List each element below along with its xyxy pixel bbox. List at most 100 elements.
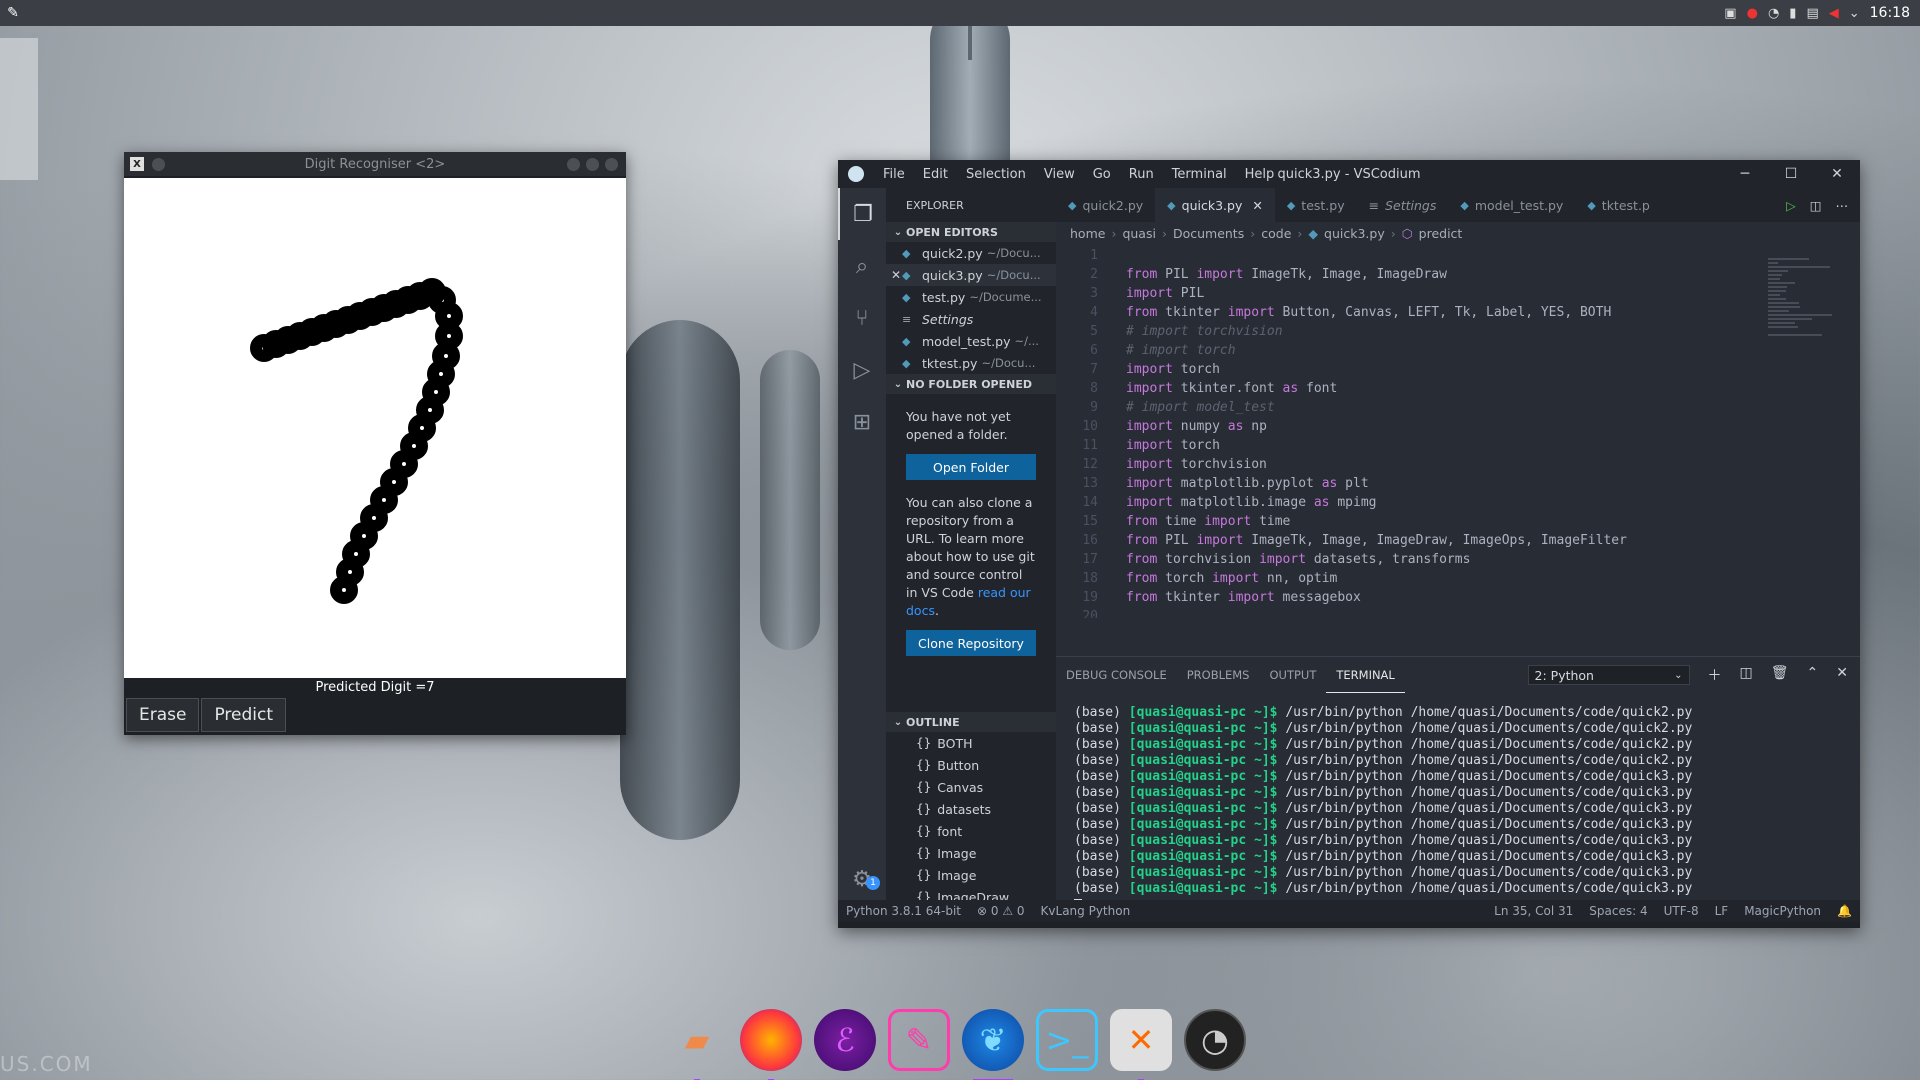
- outline-item[interactable]: {} datasets: [886, 798, 1056, 820]
- menu-view[interactable]: View: [1035, 167, 1084, 182]
- tab-quick3[interactable]: ◆ quick3.py ✕: [1155, 188, 1275, 222]
- tab-quick2[interactable]: ◆ quick2.py: [1056, 188, 1155, 222]
- open-editor-item[interactable]: ◆ tktest.py ~/Docu...: [886, 352, 1056, 374]
- desktop-side-panel[interactable]: [0, 38, 38, 180]
- cursor-position[interactable]: Ln 35, Col 31: [1486, 904, 1581, 918]
- x-icon[interactable]: ✕: [1110, 1009, 1172, 1080]
- outline-item[interactable]: {} ImageDraw: [886, 886, 1056, 901]
- code-line[interactable]: 13 import matplotlib.pyplot as plt: [1056, 474, 1796, 493]
- code-line[interactable]: 9 # import model_test: [1056, 398, 1796, 417]
- tab-problems[interactable]: PROBLEMS: [1177, 657, 1260, 693]
- breadcrumb-item[interactable]: quasi: [1122, 226, 1156, 241]
- open-editor-item[interactable]: ≡ Settings: [886, 308, 1056, 330]
- outline-item[interactable]: {} Button: [886, 754, 1056, 776]
- volume-muted-icon[interactable]: ◀: [1829, 6, 1839, 21]
- problems-count[interactable]: ⊗ 0 ⚠ 0: [969, 904, 1033, 918]
- code-editor[interactable]: 1 2 from PIL import ImageTk, Image, ImageD…: [1056, 246, 1796, 618]
- outline-item[interactable]: {} Image: [886, 864, 1056, 886]
- line-ending[interactable]: LF: [1707, 904, 1737, 918]
- minimize-button[interactable]: [567, 157, 580, 171]
- breadcrumb-item[interactable]: quick3.py: [1324, 226, 1385, 241]
- bell-icon[interactable]: 🔔: [1829, 904, 1860, 918]
- code-line[interactable]: 20: [1056, 607, 1796, 618]
- menu-selection[interactable]: Selection: [957, 167, 1035, 182]
- source-control-icon[interactable]: ⑂: [838, 292, 886, 344]
- new-terminal-icon[interactable]: ＋: [1708, 665, 1722, 685]
- code-line[interactable]: 5 # import torchvision: [1056, 322, 1796, 341]
- outline-section[interactable]: ⌄ OUTLINE: [886, 712, 1056, 732]
- split-editor-icon[interactable]: ◫: [1810, 198, 1822, 213]
- split-terminal-icon[interactable]: ◫: [1740, 665, 1753, 685]
- tab-test[interactable]: ◆ test.py: [1275, 188, 1357, 222]
- language-mode[interactable]: MagicPython: [1736, 904, 1829, 918]
- tab-debug-console[interactable]: DEBUG CONSOLE: [1056, 657, 1177, 693]
- outline-item[interactable]: {} BOTH: [886, 732, 1056, 754]
- minimize-icon[interactable]: ─: [1722, 166, 1768, 182]
- close-icon[interactable]: ✕: [1252, 198, 1262, 213]
- menu-go[interactable]: Go: [1084, 167, 1120, 182]
- tab-model-test[interactable]: ◆ model_test.py: [1448, 188, 1575, 222]
- open-editor-item[interactable]: ◆ model_test.py ~/...: [886, 330, 1056, 352]
- code-line[interactable]: 16 from PIL import ImageTk, Image, ImageD…: [1056, 531, 1796, 550]
- code-line[interactable]: 15 from time import time: [1056, 512, 1796, 531]
- code-line[interactable]: 17 from torchvision import datasets, tran…: [1056, 550, 1796, 569]
- code-line[interactable]: 8 import tkinter.font as font: [1056, 379, 1796, 398]
- clock[interactable]: 16:18: [1870, 5, 1910, 21]
- open-folder-button[interactable]: Open Folder: [906, 454, 1036, 480]
- erase-button[interactable]: Erase: [126, 698, 200, 732]
- close-icon[interactable]: ✕: [1814, 166, 1860, 182]
- breadcrumb-item[interactable]: code: [1261, 226, 1291, 241]
- folder-tray-icon[interactable]: ▣: [1724, 6, 1736, 21]
- indentation[interactable]: Spaces: 4: [1581, 904, 1655, 918]
- more-actions-icon[interactable]: ⋯: [1836, 198, 1849, 213]
- predict-button[interactable]: Predict: [201, 698, 287, 732]
- minimap[interactable]: [1760, 246, 1860, 676]
- tab-tktest[interactable]: ◆ tktest.p: [1575, 188, 1662, 222]
- clipboard-icon[interactable]: ▤: [1806, 6, 1818, 21]
- folder-icon[interactable]: ▰: [666, 1009, 728, 1080]
- search-icon[interactable]: ⌕: [838, 240, 886, 292]
- run-file-icon[interactable]: ▷: [1786, 198, 1796, 213]
- pin-button[interactable]: [152, 157, 165, 171]
- code-line[interactable]: 4 from tkinter import Button, Canvas, LEF…: [1056, 303, 1796, 322]
- code-line[interactable]: 10 import numpy as np: [1056, 417, 1796, 436]
- code-line[interactable]: 3 import PIL: [1056, 284, 1796, 303]
- code-line[interactable]: 19 from tkinter import messagebox: [1056, 588, 1796, 607]
- editor-icon[interactable]: ✎: [888, 1009, 950, 1071]
- trash-icon[interactable]: 🗑: [1771, 665, 1789, 685]
- encoding[interactable]: UTF-8: [1656, 904, 1707, 918]
- outline-item[interactable]: {} font: [886, 820, 1056, 842]
- menu-edit[interactable]: Edit: [914, 167, 957, 182]
- clone-repository-button[interactable]: Clone Repository: [906, 630, 1036, 656]
- alert-icon[interactable]: ●: [1747, 6, 1758, 21]
- extensions-icon[interactable]: ⊞: [838, 396, 886, 448]
- code-line[interactable]: 11 import torch: [1056, 436, 1796, 455]
- language-extension[interactable]: KvLang Python: [1033, 904, 1139, 918]
- network-icon[interactable]: ◔: [1768, 6, 1779, 21]
- terminal-output[interactable]: (base) [quasi@quasi-pc ~]$ /usr/bin/pyth…: [1056, 693, 1860, 913]
- python-interpreter[interactable]: Python 3.8.1 64-bit: [838, 904, 969, 918]
- menu-file[interactable]: File: [874, 167, 914, 182]
- code-line[interactable]: 2 from PIL import ImageTk, Image, ImageDr…: [1056, 265, 1796, 284]
- code-line[interactable]: 12 import torchvision: [1056, 455, 1796, 474]
- breadcrumb-item[interactable]: Documents: [1173, 226, 1244, 241]
- menu-run[interactable]: Run: [1120, 167, 1163, 182]
- kde-icon[interactable]: ❦: [962, 1009, 1024, 1080]
- tab-output[interactable]: OUTPUT: [1259, 657, 1326, 693]
- breadcrumb-item[interactable]: home: [1070, 226, 1105, 241]
- open-editor-item[interactable]: ◆ quick2.py ~/Docu...: [886, 242, 1056, 264]
- maximize-panel-icon[interactable]: ⌃: [1807, 665, 1819, 685]
- open-editor-item-active[interactable]: ✕ ◆ quick3.py ~/Docu...: [886, 264, 1056, 286]
- firefox-icon[interactable]: [740, 1009, 802, 1080]
- clock-icon[interactable]: ◔: [1184, 1009, 1246, 1071]
- battery-icon[interactable]: ▮: [1789, 6, 1796, 21]
- code-line[interactable]: 1: [1056, 246, 1796, 265]
- close-button[interactable]: [605, 157, 618, 171]
- tab-terminal[interactable]: TERMINAL: [1326, 657, 1405, 693]
- breadcrumb-item[interactable]: predict: [1419, 226, 1463, 241]
- code-line[interactable]: 6 # import torch: [1056, 341, 1796, 360]
- digit-window-titlebar[interactable]: X Digit Recogniser <2>: [124, 152, 626, 176]
- drawing-canvas[interactable]: [124, 178, 626, 678]
- vscodium-titlebar[interactable]: File Edit Selection View Go Run Terminal…: [838, 160, 1860, 188]
- code-line[interactable]: 14 import matplotlib.image as mpimg: [1056, 493, 1796, 512]
